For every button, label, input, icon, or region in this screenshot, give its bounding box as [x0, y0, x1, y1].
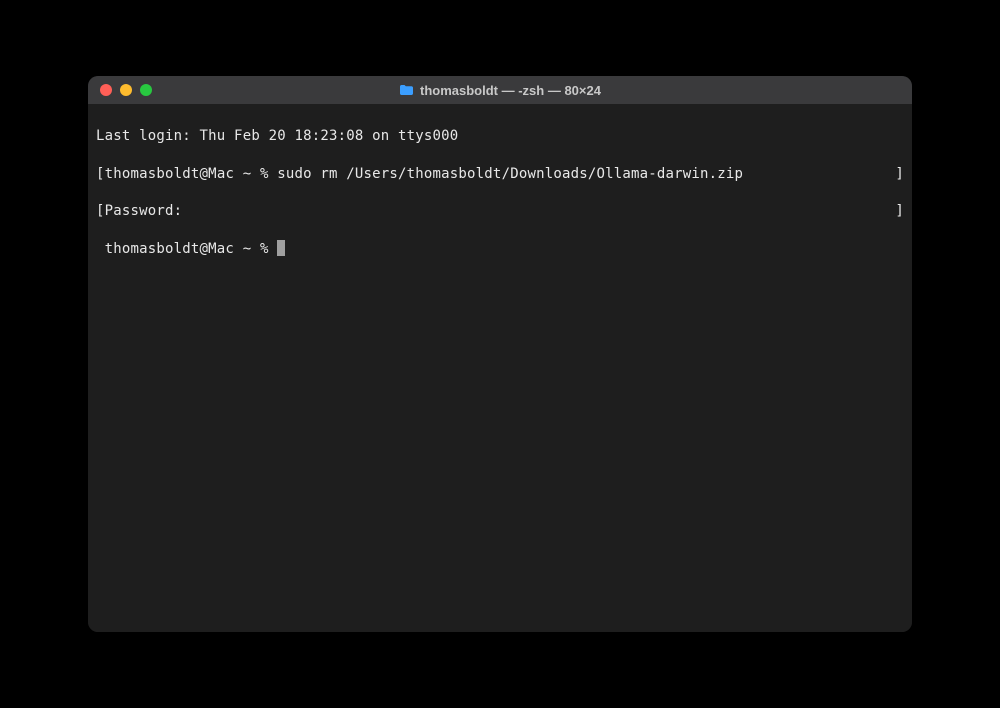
window-title: thomasboldt — -zsh — 80×24: [88, 83, 912, 98]
last-login-text: Last login: Thu Feb 20 18:23:08 on ttys0…: [96, 128, 458, 144]
folder-icon: [399, 84, 414, 96]
terminal-window: thomasboldt — -zsh — 80×24 Last login: T…: [88, 76, 912, 632]
minimize-button[interactable]: [120, 84, 132, 96]
close-button[interactable]: [100, 84, 112, 96]
bracket-right: ]: [895, 165, 904, 184]
terminal-line: thomasboldt@Mac ~ %: [96, 240, 904, 259]
maximize-button[interactable]: [140, 84, 152, 96]
terminal-line: [thomasboldt@Mac ~ % sudo rm /Users/thom…: [96, 165, 904, 184]
bracket-left: [: [96, 203, 105, 219]
terminal-line: Last login: Thu Feb 20 18:23:08 on ttys0…: [96, 127, 904, 146]
bracket-right: ]: [895, 202, 904, 221]
cursor: [277, 240, 285, 256]
window-title-text: thomasboldt — -zsh — 80×24: [420, 83, 601, 98]
shell-prompt: thomasboldt@Mac ~ %: [105, 166, 278, 182]
traffic-lights: [88, 84, 152, 96]
title-bar[interactable]: thomasboldt — -zsh — 80×24: [88, 76, 912, 104]
command-text: sudo rm /Users/thomasboldt/Downloads/Oll…: [277, 166, 743, 182]
password-prompt: Password:: [105, 203, 183, 219]
shell-prompt: thomasboldt@Mac ~ %: [96, 241, 277, 257]
terminal-line: [Password:]: [96, 202, 904, 221]
bracket-left: [: [96, 166, 105, 182]
terminal-body[interactable]: Last login: Thu Feb 20 18:23:08 on ttys0…: [88, 104, 912, 632]
